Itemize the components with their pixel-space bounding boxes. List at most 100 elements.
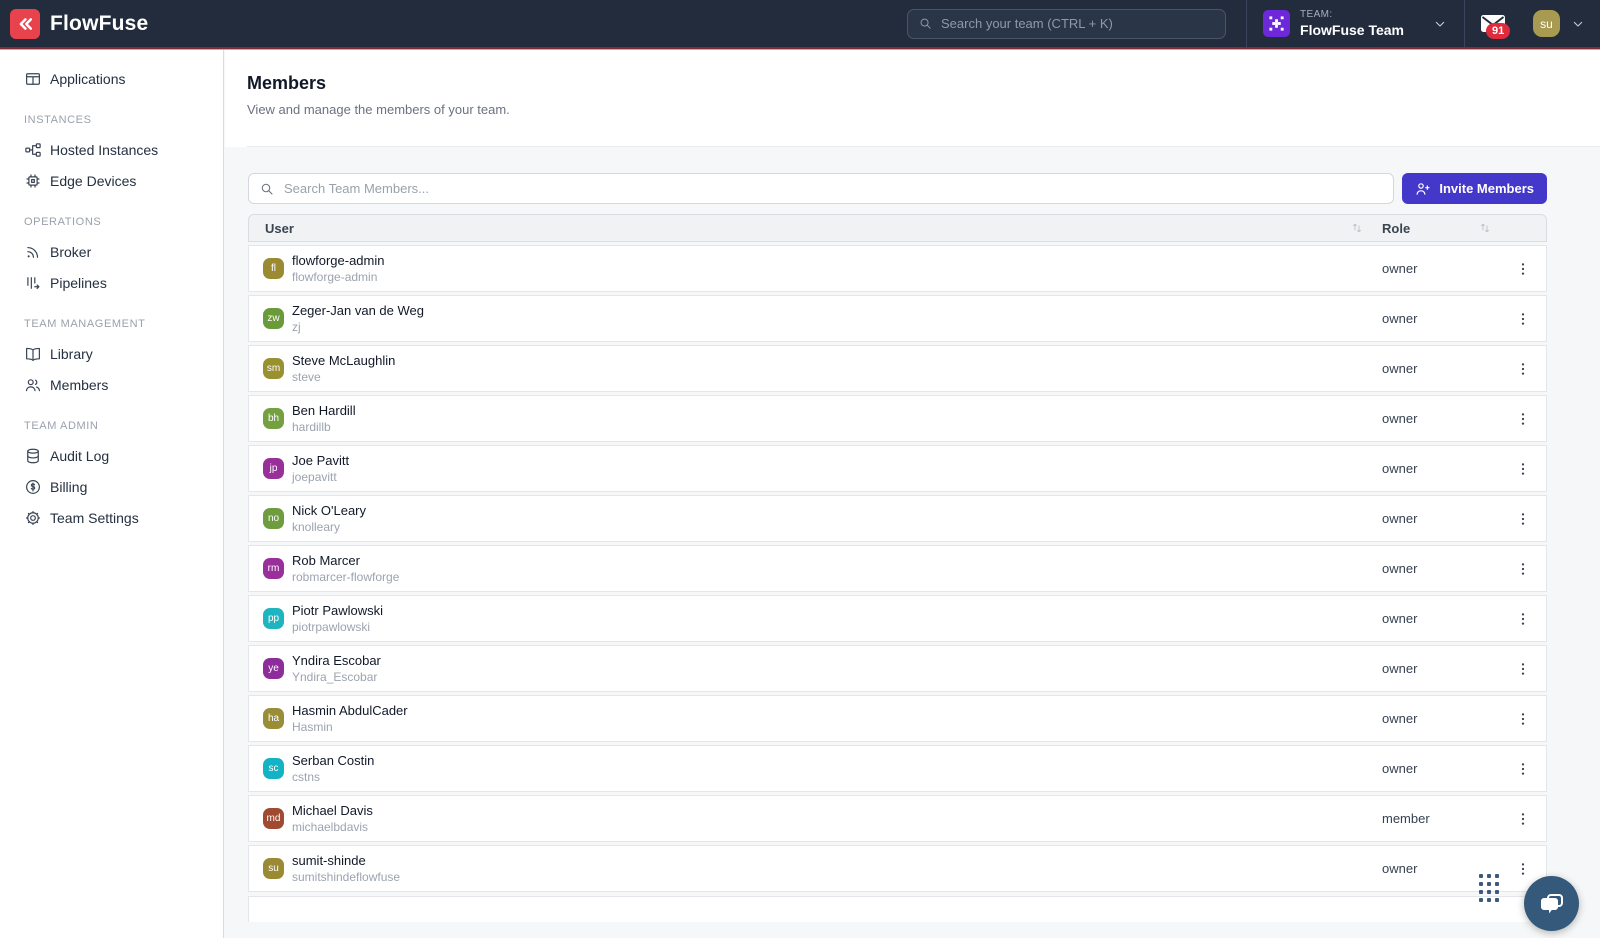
- billing-icon: [24, 478, 42, 496]
- member-name: Piotr Pawlowski: [292, 603, 383, 618]
- team-search-input[interactable]: [941, 16, 1215, 31]
- page-subtitle: View and manage the members of your team…: [247, 102, 1600, 117]
- user-cell: no Nick O'Leary knolleary: [249, 503, 1382, 534]
- member-name: Rob Marcer: [292, 553, 399, 568]
- sidebar-section: TEAM ADMIN Audit Log Billing Team Settin…: [0, 420, 223, 533]
- invite-members-button[interactable]: Invite Members: [1402, 173, 1547, 204]
- row-menu-button[interactable]: [1500, 511, 1546, 527]
- kebab-menu-icon: [1515, 861, 1531, 877]
- pipelines-icon: [24, 274, 42, 292]
- page-header: Members View and manage the members of y…: [225, 50, 1600, 147]
- top-navbar: FlowFuse TEAM: FlowFuse Team 91 su: [0, 0, 1600, 47]
- member-name: Ben Hardill: [292, 403, 356, 418]
- member-role: owner: [1382, 461, 1500, 476]
- members-toolbar: Invite Members: [248, 173, 1547, 204]
- row-menu-button[interactable]: [1500, 761, 1546, 777]
- kebab-menu-icon: [1515, 261, 1531, 277]
- member-search-box: [248, 173, 1394, 204]
- sort-icon: [1350, 221, 1364, 235]
- sidebar-item-label: Pipelines: [50, 275, 107, 291]
- chat-bubble-icon: [1538, 890, 1566, 918]
- table-row: zw Zeger-Jan van de Weg zj owner: [248, 295, 1547, 342]
- row-menu-button[interactable]: [1500, 461, 1546, 477]
- sidebar-section: Applications: [0, 63, 223, 94]
- avatar: sm: [263, 358, 284, 379]
- table-row: bh Ben Hardill hardillb owner: [248, 395, 1547, 442]
- sidebar-section: INSTANCES Hosted Instances Edge Devices: [0, 114, 223, 196]
- sort-role-button[interactable]: [1478, 221, 1492, 235]
- user-cell: pp Piotr Pawlowski piotrpawlowski: [249, 603, 1382, 634]
- team-settings-icon: [24, 509, 42, 527]
- member-name: Yndira Escobar: [292, 653, 381, 668]
- avatar: su: [263, 858, 284, 879]
- search-icon: [918, 16, 933, 31]
- member-username: robmarcer-flowforge: [292, 570, 399, 584]
- sidebar-item-label: Hosted Instances: [50, 142, 158, 158]
- member-username: steve: [292, 370, 395, 384]
- members-icon: [24, 376, 42, 394]
- user-menu[interactable]: su: [1521, 0, 1600, 47]
- team-search-box: [907, 9, 1226, 39]
- hosted-instances-icon: [24, 141, 42, 159]
- sidebar-item-label: Members: [50, 377, 108, 393]
- members-table: fl flowforge-admin flowforge-admin owner…: [248, 245, 1547, 892]
- kebab-menu-icon: [1515, 611, 1531, 627]
- row-menu-button[interactable]: [1500, 861, 1546, 877]
- member-role: owner: [1382, 311, 1500, 326]
- widget-drag-handle[interactable]: [1479, 874, 1499, 902]
- sidebar-section-header: TEAM MANAGEMENT: [24, 318, 209, 330]
- row-menu-button[interactable]: [1500, 311, 1546, 327]
- member-username: Yndira_Escobar: [292, 670, 381, 684]
- kebab-menu-icon: [1515, 661, 1531, 677]
- sidebar-item-label: Edge Devices: [50, 173, 136, 189]
- applications-icon: [24, 70, 42, 88]
- user-cell: ha Hasmin AbdulCader Hasmin: [249, 703, 1382, 734]
- member-search-input[interactable]: [284, 181, 1383, 196]
- row-menu-button[interactable]: [1500, 811, 1546, 827]
- table-header: User Role: [248, 214, 1547, 242]
- user-cell: sc Serban Costin cstns: [249, 753, 1382, 784]
- row-menu-button[interactable]: [1500, 261, 1546, 277]
- edge-devices-icon: [24, 172, 42, 190]
- notifications-button[interactable]: 91: [1465, 0, 1521, 47]
- member-role: owner: [1382, 761, 1500, 776]
- row-menu-button[interactable]: [1500, 411, 1546, 427]
- team-identicon: [1263, 10, 1290, 37]
- user-cell: ye Yndira Escobar Yndira_Escobar: [249, 653, 1382, 684]
- library-icon: [24, 345, 42, 363]
- avatar: md: [263, 808, 284, 829]
- chat-widget-button[interactable]: [1524, 876, 1579, 931]
- row-menu-button[interactable]: [1500, 561, 1546, 577]
- user-cell: jp Joe Pavitt joepavitt: [249, 453, 1382, 484]
- flowfuse-logo-icon[interactable]: [10, 9, 40, 39]
- member-username: cstns: [292, 770, 374, 784]
- member-role: owner: [1382, 511, 1500, 526]
- audit-log-icon: [24, 447, 42, 465]
- member-role: owner: [1382, 361, 1500, 376]
- team-selector[interactable]: TEAM: FlowFuse Team: [1247, 0, 1464, 47]
- table-row: sm Steve McLaughlin steve owner: [248, 345, 1547, 392]
- table-row: sc Serban Costin cstns owner: [248, 745, 1547, 792]
- user-cell: sm Steve McLaughlin steve: [249, 353, 1382, 384]
- user-cell: zw Zeger-Jan van de Weg zj: [249, 303, 1382, 334]
- row-menu-button[interactable]: [1500, 611, 1546, 627]
- search-icon: [259, 181, 275, 197]
- member-username: flowforge-admin: [292, 270, 385, 284]
- member-role: owner: [1382, 261, 1500, 276]
- avatar: bh: [263, 408, 284, 429]
- sidebar-item-label: Applications: [50, 71, 126, 87]
- member-name: Zeger-Jan van de Weg: [292, 303, 424, 318]
- sidebar-item-label: Library: [50, 346, 93, 362]
- invite-members-label: Invite Members: [1439, 181, 1534, 196]
- row-menu-button[interactable]: [1500, 361, 1546, 377]
- member-username: hardillb: [292, 420, 356, 434]
- table-row: fl flowforge-admin flowforge-admin owner: [248, 245, 1547, 292]
- user-cell: rm Rob Marcer robmarcer-flowforge: [249, 553, 1382, 584]
- sidebar-item-label: Team Settings: [50, 510, 139, 526]
- row-menu-button[interactable]: [1500, 711, 1546, 727]
- sort-user-button[interactable]: [1350, 221, 1364, 235]
- row-menu-button[interactable]: [1500, 661, 1546, 677]
- member-username: piotrpawlowski: [292, 620, 383, 634]
- member-username: michaelbdavis: [292, 820, 373, 834]
- sidebar-item-label: Audit Log: [50, 448, 109, 464]
